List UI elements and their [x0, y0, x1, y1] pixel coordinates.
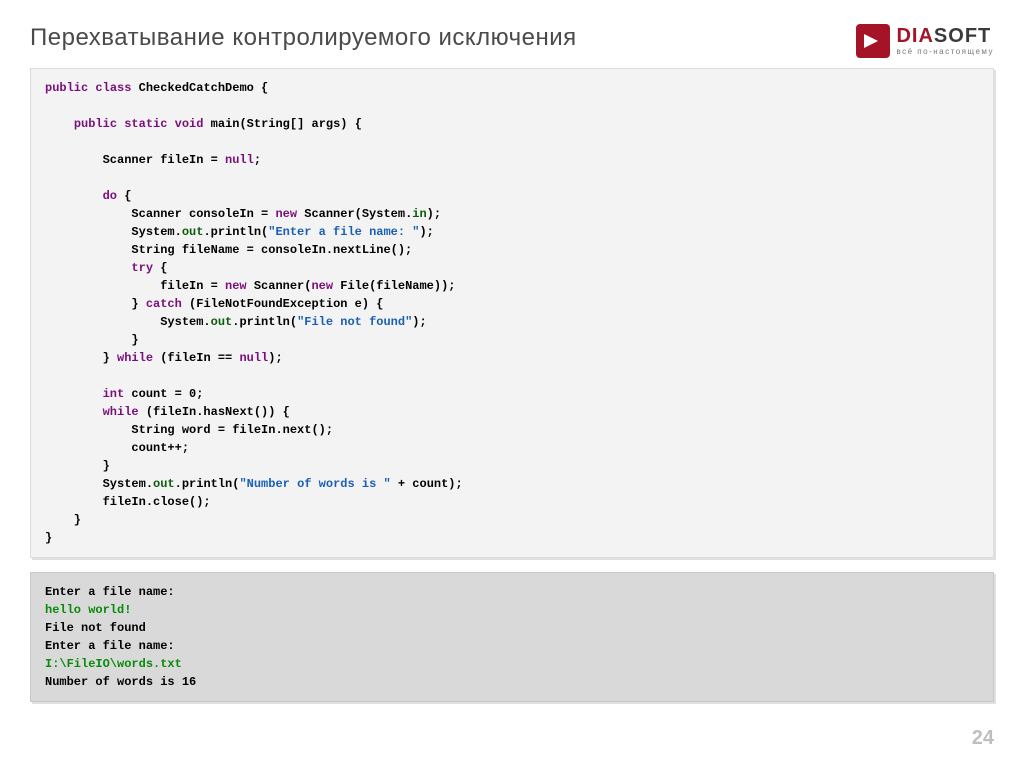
page-number: 24: [972, 727, 994, 750]
slide-header: Перехватывание контролируемого исключени…: [0, 0, 1024, 68]
logo-tagline: всё по-настоящему: [896, 48, 994, 56]
logo-text: DIASOFT всё по-настоящему: [896, 26, 994, 56]
logo-icon: [856, 24, 890, 58]
diasoft-logo: DIASOFT всё по-настоящему: [856, 24, 994, 58]
output-block: Enter a file name: hello world! File not…: [30, 572, 994, 702]
logo-brand: DIASOFT: [896, 26, 994, 46]
code-block: public class CheckedCatchDemo { public s…: [30, 68, 994, 558]
slide-title: Перехватывание контролируемого исключени…: [30, 24, 577, 52]
